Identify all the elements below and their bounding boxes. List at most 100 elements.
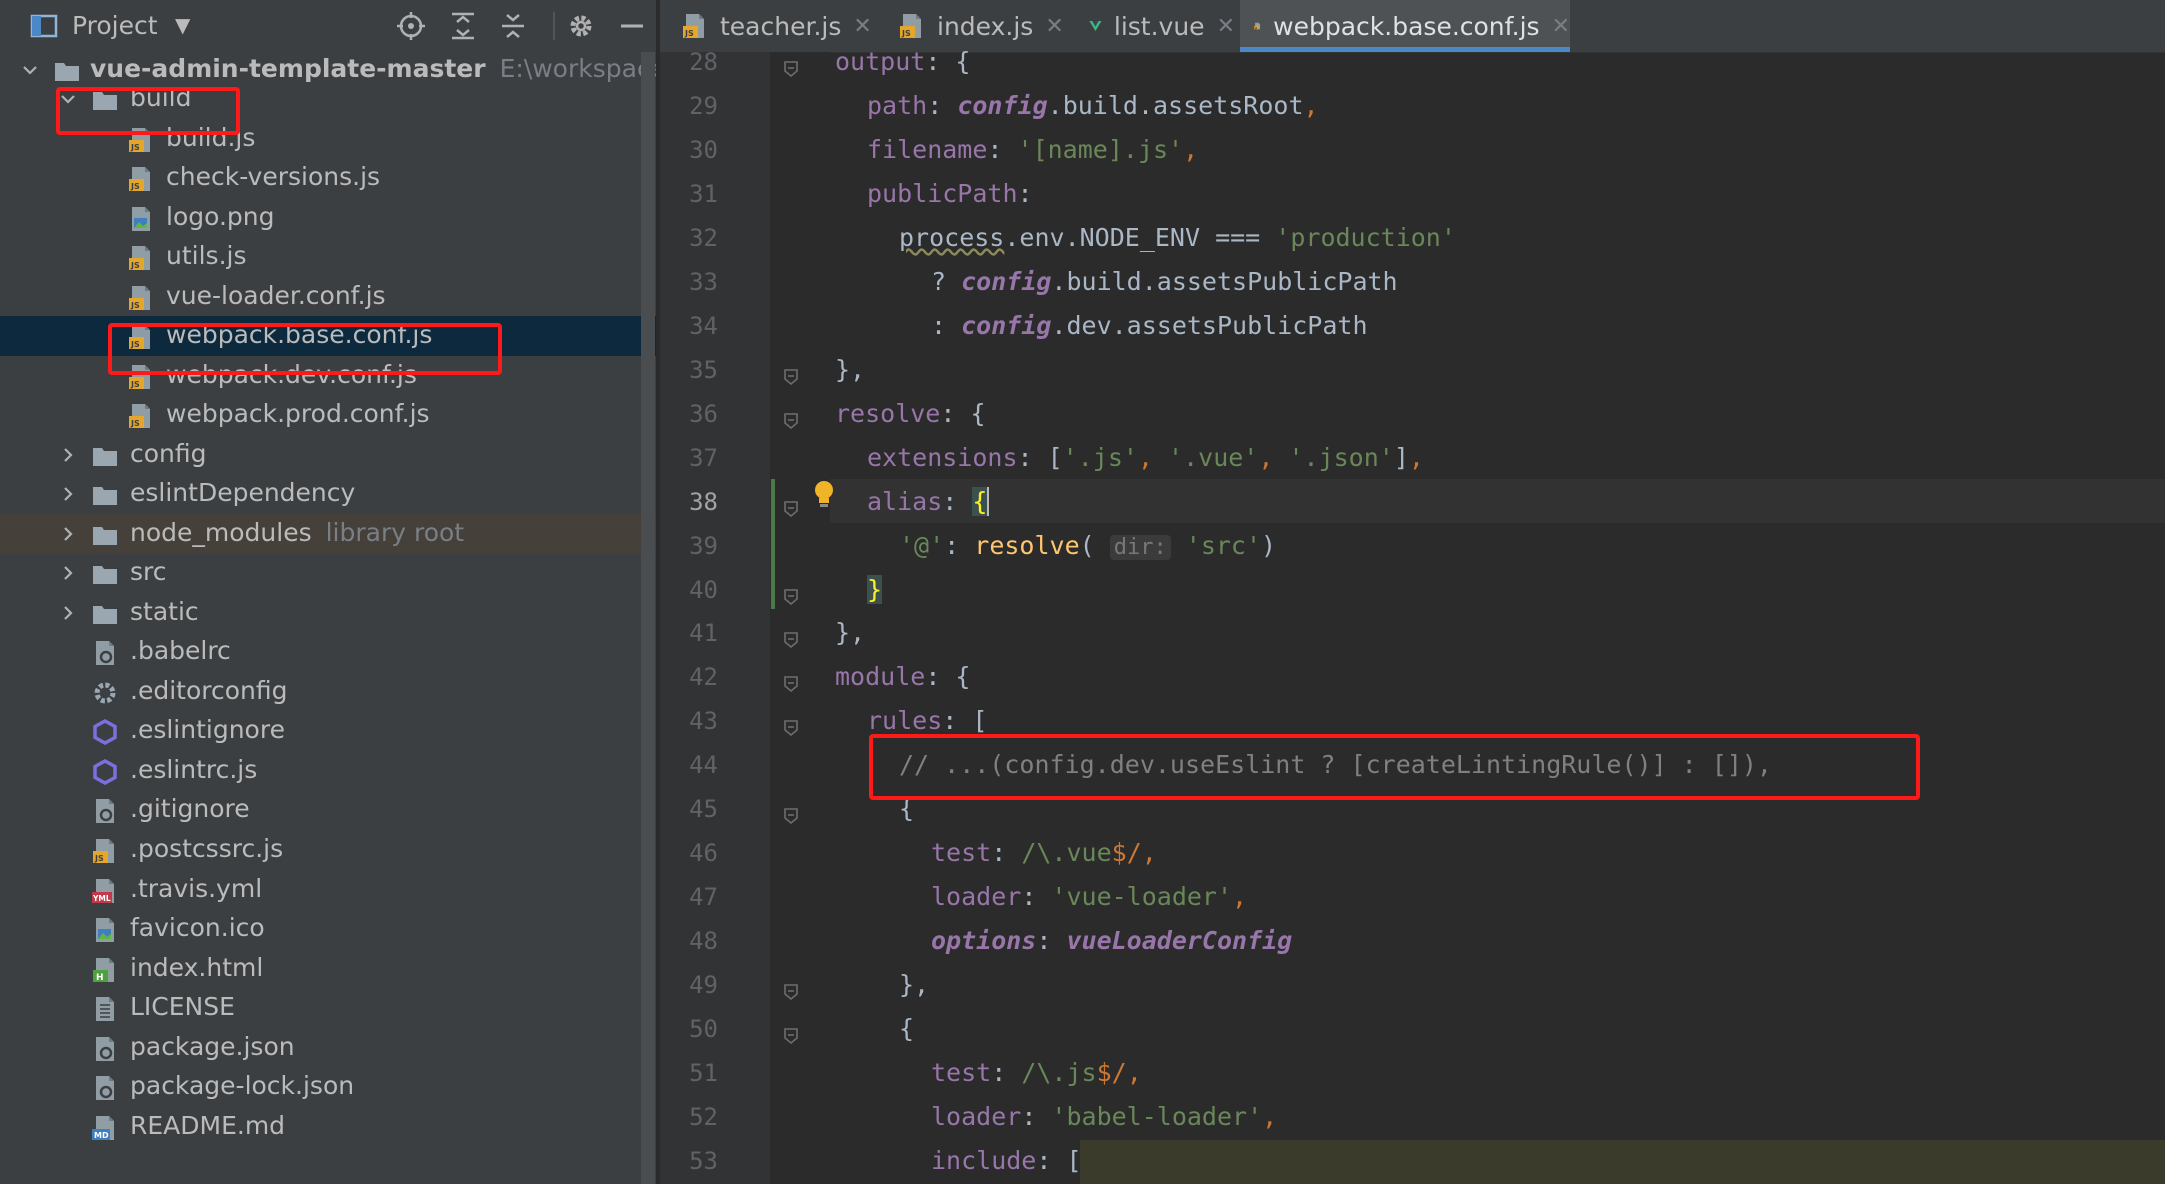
line-number: 51 — [689, 1059, 718, 1088]
tree-item[interactable]: eslintDependency — [0, 474, 660, 514]
expand-all-icon[interactable] — [447, 10, 479, 42]
fold-marker-icon[interactable] — [782, 631, 800, 649]
line-number: 49 — [689, 971, 718, 1000]
code-line-36: resolve: { — [835, 398, 986, 428]
tree-item[interactable]: MD README.md — [0, 1107, 660, 1147]
code-line-41: }, — [835, 618, 866, 648]
code-line-32: process.env.NODE_ENV === 'production' — [899, 222, 1456, 252]
tree-item[interactable]: .eslintignore — [0, 711, 660, 751]
project-window-icon[interactable] — [30, 12, 58, 40]
tree-item[interactable]: JS check-versions.js — [0, 158, 660, 198]
line-number: 47 — [689, 883, 718, 912]
close-icon[interactable]: ✕ — [1552, 14, 1570, 39]
close-icon[interactable]: ✕ — [1217, 14, 1235, 39]
tree-item-label: .travis.yml — [130, 873, 263, 903]
locate-icon[interactable] — [395, 10, 427, 42]
fold-marker-icon[interactable] — [782, 368, 800, 386]
gear-icon[interactable] — [565, 10, 597, 42]
hide-panel-icon[interactable] — [616, 10, 648, 42]
line-number: 28 — [689, 48, 718, 76]
tree-item[interactable]: .gitignore — [0, 790, 660, 830]
tree-item-label: static — [130, 596, 199, 626]
code-line-50: { — [899, 1014, 915, 1044]
line-number: 44 — [689, 751, 718, 780]
eslint-icon — [93, 719, 117, 746]
code-line-40: } — [867, 574, 883, 604]
svg-text:JS: JS — [901, 29, 911, 38]
tree-item[interactable]: .eslintrc.js — [0, 751, 660, 791]
project-panel-title[interactable]: Project — [72, 11, 158, 40]
chevron-right-icon[interactable] — [56, 522, 80, 546]
svg-text:H: H — [96, 973, 104, 983]
editor-tab[interactable]: JS webpack.base.conf.js ✕ — [1240, 0, 1570, 52]
config-file-icon — [96, 641, 114, 666]
tree-item-label: eslintDependency — [130, 478, 356, 508]
tree-item[interactable]: src — [0, 553, 660, 593]
tree-item[interactable]: logo.png — [0, 198, 660, 238]
project-panel: Project ▼ vue-admin-template-master E:\wo… — [0, 0, 660, 1184]
line-number: 42 — [689, 663, 718, 692]
editor-tab[interactable]: list.vue ✕ — [1075, 0, 1235, 52]
code-line-53: include: [ — [931, 1146, 1082, 1175]
chevron-right-icon[interactable] — [56, 482, 80, 506]
library-root-hint: library root — [325, 517, 465, 547]
svg-text:JS: JS — [130, 301, 140, 310]
text-file-icon — [96, 997, 114, 1022]
tree-item[interactable]: node_modules library root — [0, 513, 660, 554]
tree-item[interactable]: package-lock.json — [0, 1067, 660, 1107]
html-file-icon: H — [93, 957, 114, 983]
fold-marker-icon[interactable] — [782, 675, 800, 693]
tree-item[interactable]: YML .travis.yml — [0, 870, 660, 910]
code-line-48: options: vueLoaderConfig — [931, 926, 1293, 956]
close-icon[interactable]: ✕ — [1045, 14, 1063, 39]
tree-item[interactable]: package.json — [0, 1028, 660, 1068]
tree-item[interactable]: JS .postcssrc.js — [0, 830, 660, 870]
folder-icon — [93, 566, 117, 585]
tree-item-label: .babelrc — [130, 636, 231, 666]
config-file-icon — [96, 799, 114, 824]
collapse-all-icon[interactable] — [497, 10, 529, 42]
fold-marker-icon[interactable] — [782, 719, 800, 737]
chevron-right-icon[interactable] — [56, 601, 80, 625]
line-number: 35 — [689, 355, 718, 384]
js-file-icon: JS — [1254, 22, 1261, 30]
tree-item[interactable]: LICENSE — [0, 988, 660, 1028]
chevron-right-icon[interactable] — [56, 443, 80, 467]
chevron-down-icon[interactable]: ▼ — [175, 13, 190, 37]
fold-marker-icon[interactable] — [782, 588, 800, 606]
highlight-box-eslint-comment — [869, 734, 1920, 800]
fold-marker-icon[interactable] — [782, 1027, 800, 1045]
tree-item-label: vue-loader.conf.js — [166, 280, 386, 310]
tree-item[interactable]: JS utils.js — [0, 237, 660, 277]
project-scrollbar[interactable] — [641, 52, 655, 1184]
tree-item[interactable]: JS vue-loader.conf.js — [0, 277, 660, 317]
tree-item[interactable]: JS webpack.prod.conf.js — [0, 395, 660, 435]
line-number: 48 — [689, 927, 718, 956]
fold-marker-icon[interactable] — [782, 60, 800, 78]
markdown-file-icon: MD — [92, 1115, 114, 1140]
code-line-42: module: { — [835, 662, 971, 692]
code-area[interactable]: output: { path: config.build.assetsRoot,… — [830, 47, 2165, 1184]
tree-item[interactable]: Hindex.html — [0, 949, 660, 989]
tree-item-label: utils.js — [166, 241, 247, 271]
chevron-right-icon[interactable] — [56, 561, 80, 585]
line-number: 43 — [689, 707, 718, 736]
fold-marker-icon[interactable] — [782, 807, 800, 825]
tree-item[interactable]: config — [0, 435, 660, 475]
svg-text:JS: JS — [130, 380, 140, 389]
fold-marker-icon[interactable] — [782, 500, 800, 518]
line-number: 34 — [689, 311, 718, 340]
tree-item[interactable]: .editorconfig — [0, 672, 660, 712]
tree-item-label: .postcssrc.js — [130, 833, 284, 863]
fold-marker-icon[interactable] — [782, 412, 800, 430]
tree-item[interactable]: .babelrc — [0, 632, 660, 672]
fold-gutter — [770, 52, 830, 1184]
line-number: 40 — [689, 575, 718, 604]
line-number: 53 — [689, 1147, 718, 1175]
folder-icon — [93, 447, 117, 466]
tree-item[interactable]: favicon.ico — [0, 909, 660, 949]
tree-item[interactable]: static — [0, 593, 660, 633]
close-icon[interactable]: ✕ — [853, 14, 871, 39]
code-line-39: '@': resolve( dir: 'src') — [899, 530, 1277, 560]
fold-marker-icon[interactable] — [782, 983, 800, 1001]
